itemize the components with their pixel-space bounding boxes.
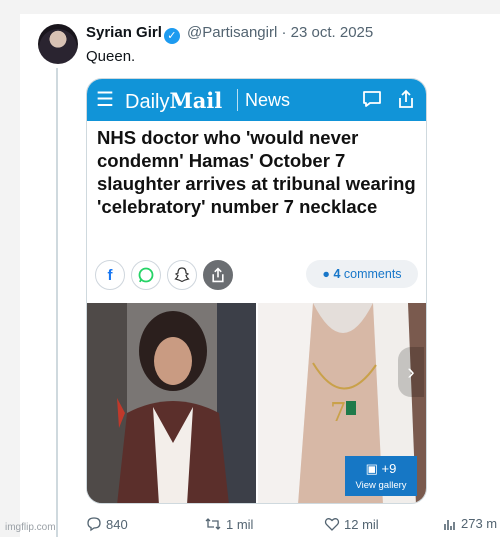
brand-logo[interactable]: DailyMail	[125, 88, 222, 114]
whatsapp-icon[interactable]	[131, 260, 161, 290]
tweet-date[interactable]: 23 oct. 2025	[291, 24, 374, 41]
tweet-header: Syrian Girl ✓ @Partisangirl · 23 oct. 202…	[86, 24, 373, 44]
photo-woman[interactable]	[87, 303, 256, 503]
view-gallery-button[interactable]: ▣ +9 View gallery	[345, 456, 417, 496]
chat-icon[interactable]	[362, 90, 382, 108]
comments-button[interactable]: ● 4 comments	[306, 260, 418, 288]
thread-line	[56, 68, 58, 537]
gallery-label: View gallery	[355, 480, 407, 491]
like-count: 12 mil	[344, 516, 379, 532]
link-card[interactable]: ☰ DailyMail News NHS doctor who 'would n…	[86, 78, 427, 504]
share-icon[interactable]	[396, 89, 416, 109]
reply-count: 840	[106, 516, 128, 532]
imgflip-watermark: imgflip.com	[5, 522, 56, 533]
like-button[interactable]: 12 mil	[324, 516, 379, 532]
left-band	[0, 0, 20, 537]
dailymail-header-bar: ☰ DailyMail News	[87, 79, 426, 121]
top-band	[0, 0, 500, 14]
repost-count: 1 mil	[226, 516, 254, 532]
facebook-icon[interactable]: f	[95, 260, 125, 290]
like-icon	[324, 518, 340, 531]
comments-label: comments	[343, 267, 402, 281]
comment-bubble-icon: ●	[322, 267, 330, 281]
article-headline[interactable]: NHS doctor who 'would never condemn' Ham…	[97, 126, 422, 218]
repost-icon	[205, 518, 221, 530]
repost-button[interactable]: 1 mil	[204, 516, 253, 532]
reply-icon	[87, 517, 101, 532]
tweet-actions: 840 1 mil 12 mil 273 m	[86, 516, 500, 534]
gallery-count: +9	[381, 461, 397, 476]
section-label[interactable]: News	[245, 90, 290, 111]
hamburger-icon[interactable]: ☰	[96, 90, 114, 110]
tweet-text: Queen.	[86, 48, 136, 65]
brand-mail: Mail	[169, 88, 223, 113]
comments-count: 4	[333, 267, 341, 281]
reply-button[interactable]: 840	[86, 516, 128, 532]
svg-text:7: 7	[330, 398, 347, 428]
views-icon	[444, 519, 455, 530]
page: Syrian Girl ✓ @Partisangirl · 23 oct. 202…	[0, 0, 500, 537]
gallery-icon: ▣	[365, 461, 378, 476]
views-count: 273 m	[461, 516, 498, 531]
avatar[interactable]	[38, 24, 78, 64]
separator: ·	[281, 24, 287, 41]
handle[interactable]: @Partisangirl	[187, 24, 277, 41]
share-icon[interactable]	[203, 260, 233, 290]
display-name[interactable]: Syrian Girl	[86, 24, 162, 41]
brand-daily: Daily	[125, 91, 170, 113]
views-button[interactable]: 273 m	[443, 516, 497, 531]
verified-badge-icon: ✓	[163, 28, 180, 44]
next-photo-button[interactable]: ›	[398, 347, 424, 397]
snapchat-icon[interactable]	[167, 260, 197, 290]
brand-divider	[237, 89, 238, 111]
